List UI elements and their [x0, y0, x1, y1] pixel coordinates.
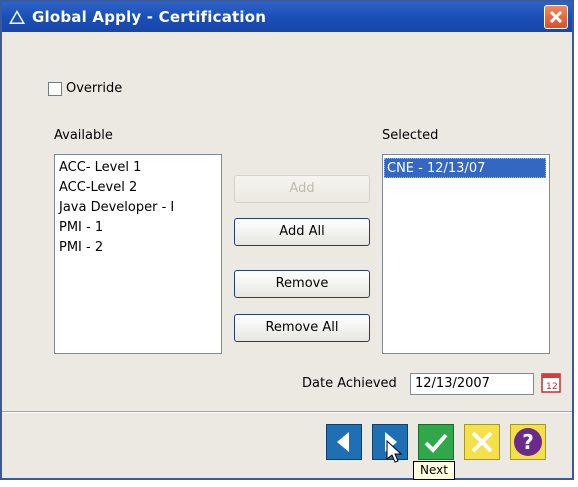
override-label: Override — [66, 81, 123, 96]
title-bar: Global Apply - Certification — [2, 2, 572, 32]
date-achieved-label: Date Achieved — [302, 376, 397, 391]
ok-button[interactable] — [418, 424, 454, 460]
warning-triangle-icon — [9, 10, 25, 24]
list-item[interactable]: Java Developer - I — [57, 198, 174, 218]
override-checkbox[interactable] — [48, 82, 62, 96]
remove-button[interactable]: Remove — [234, 270, 370, 298]
close-icon — [549, 10, 563, 24]
separator-highlight — [2, 412, 572, 413]
add-button[interactable]: Add — [234, 175, 370, 203]
list-item[interactable]: ACC-Level 2 — [57, 178, 137, 198]
close-button[interactable] — [544, 5, 568, 29]
date-achieved-input[interactable]: 12/13/2007 — [410, 373, 534, 395]
next-tooltip: Next — [413, 461, 455, 480]
list-item[interactable]: PMI - 2 — [57, 238, 103, 258]
mouse-cursor-icon — [386, 440, 403, 463]
list-item-selected[interactable]: CNE - 12/13/07 — [384, 158, 546, 178]
available-label: Available — [54, 128, 113, 143]
selected-list[interactable]: CNE - 12/13/07 — [382, 154, 550, 354]
cancel-button[interactable] — [464, 424, 500, 460]
window-title: Global Apply - Certification — [32, 8, 267, 26]
svg-text:1: 1 — [546, 382, 552, 392]
calendar-icon[interactable]: 1 2 — [541, 373, 561, 393]
selected-label: Selected — [382, 128, 439, 143]
available-list[interactable]: ACC- Level 1 ACC-Level 2 Java Developer … — [54, 154, 222, 354]
previous-button[interactable] — [326, 424, 362, 460]
add-all-button[interactable]: Add All — [234, 218, 370, 246]
svg-text:?: ? — [522, 430, 534, 454]
svg-text:2: 2 — [552, 382, 558, 392]
list-item[interactable]: PMI - 1 — [57, 218, 103, 238]
help-button[interactable]: ? — [510, 424, 546, 460]
dialog-window: Global Apply - Certification Override Av… — [0, 0, 574, 480]
list-item[interactable]: ACC- Level 1 — [57, 158, 141, 178]
remove-all-button[interactable]: Remove All — [234, 314, 370, 342]
